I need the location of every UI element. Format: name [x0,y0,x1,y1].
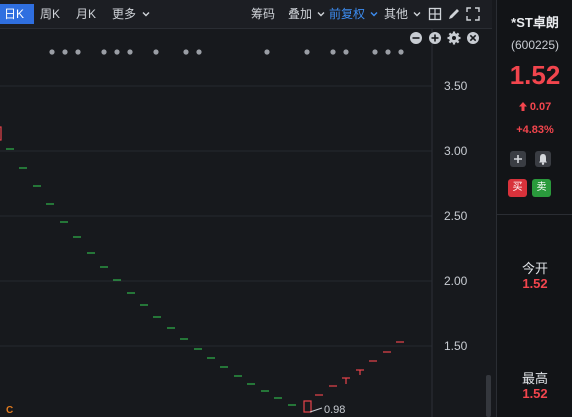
add-watchlist-button[interactable] [510,151,526,167]
price-change: 0.07 [497,101,572,113]
low-price-annotation: 0.98 [309,404,345,416]
y-tick-label: 2.50 [444,209,468,223]
chevron-down-icon [142,12,150,17]
more-menu[interactable]: 更多 [112,6,150,22]
candle[interactable] [0,126,2,141]
event-dot[interactable] [196,49,202,55]
minus-icon[interactable] [410,32,422,44]
pencil-icon[interactable] [447,7,461,21]
tab-month-k[interactable]: 月K [76,6,96,22]
event-dot[interactable] [372,49,378,55]
event-dot[interactable] [264,49,270,55]
event-dot[interactable] [304,49,310,55]
chevron-down-icon [413,12,421,17]
other-label: 其他 [384,7,409,21]
more-label: 更多 [112,7,137,21]
open-value: 1.52 [522,276,548,291]
tab-week-k[interactable]: 周K [40,6,60,22]
tab-day-k[interactable]: 日K [0,4,34,24]
price-change-value: 0.07 [529,101,552,113]
open-label: 今开 [521,261,548,276]
chart-scrollbar[interactable] [486,375,491,417]
overlay-label: 叠加 [288,7,313,21]
gear-icon[interactable] [447,31,461,45]
adjust-label: 前复权 [329,7,366,21]
event-dot[interactable] [62,49,68,55]
y-tick-label: 2.00 [444,274,468,288]
close-icon[interactable] [467,32,479,44]
high-value: 1.52 [522,386,548,401]
candlesticks [0,126,404,413]
chart-toolbar: 日K 周K 月K 更多 筹码 叠加 前复权 其他 [0,0,492,29]
event-dot[interactable] [127,49,133,55]
chart-controls [410,31,479,45]
current-price: 1.52 [509,60,561,90]
buy-button[interactable]: 买 [508,179,527,197]
quote-panel: *ST卓朗 (600225) 1.52 0.07 +4.83% 买 卖 今开 1… [496,0,572,417]
overlay-menu[interactable]: 叠加 [288,6,325,22]
sell-button[interactable]: 卖 [532,179,551,197]
event-dot[interactable] [330,49,336,55]
event-dot[interactable] [101,49,107,55]
event-dot[interactable] [398,49,404,55]
plus-icon [514,155,522,163]
chevron-down-icon [317,12,325,17]
plus-icon[interactable] [429,32,441,44]
event-dot[interactable] [343,49,349,55]
y-axis-ticks: 3.50 3.00 2.50 2.00 1.50 [444,79,468,353]
kline-chart[interactable]: 3.50 3.00 2.50 2.00 1.50 0.98 C [0,29,492,417]
stock-code: (600225) [510,38,560,52]
event-dot[interactable] [153,49,159,55]
adjust-menu[interactable]: 前复权 [329,6,378,22]
chip-button[interactable]: 筹码 [251,6,275,22]
chevron-down-icon [370,12,378,17]
event-dot[interactable] [75,49,81,55]
price-alert-button[interactable] [535,151,551,167]
marker-c[interactable]: C [6,405,13,416]
layout-grid-icon[interactable] [428,7,442,21]
event-dot[interactable] [49,49,55,55]
low-price-label: 0.98 [324,404,345,416]
high-label: 最高 [521,371,548,386]
event-markers [49,49,404,55]
panel-divider [497,214,572,215]
grid-lines [0,85,432,347]
candle[interactable] [356,369,364,375]
event-dot[interactable] [385,49,391,55]
fullscreen-icon[interactable] [466,7,480,21]
candle[interactable] [303,400,312,413]
event-dot[interactable] [183,49,189,55]
stock-name: *ST卓朗 [511,15,559,30]
event-dot[interactable] [114,49,120,55]
candle[interactable] [342,377,350,384]
price-change-pct: +4.83% [516,124,554,136]
y-tick-label: 1.50 [444,339,468,353]
arrow-up-icon [518,102,527,111]
y-tick-label: 3.00 [444,144,468,158]
other-menu[interactable]: 其他 [384,6,421,22]
bell-icon [539,154,547,165]
y-tick-label: 3.50 [444,79,468,93]
